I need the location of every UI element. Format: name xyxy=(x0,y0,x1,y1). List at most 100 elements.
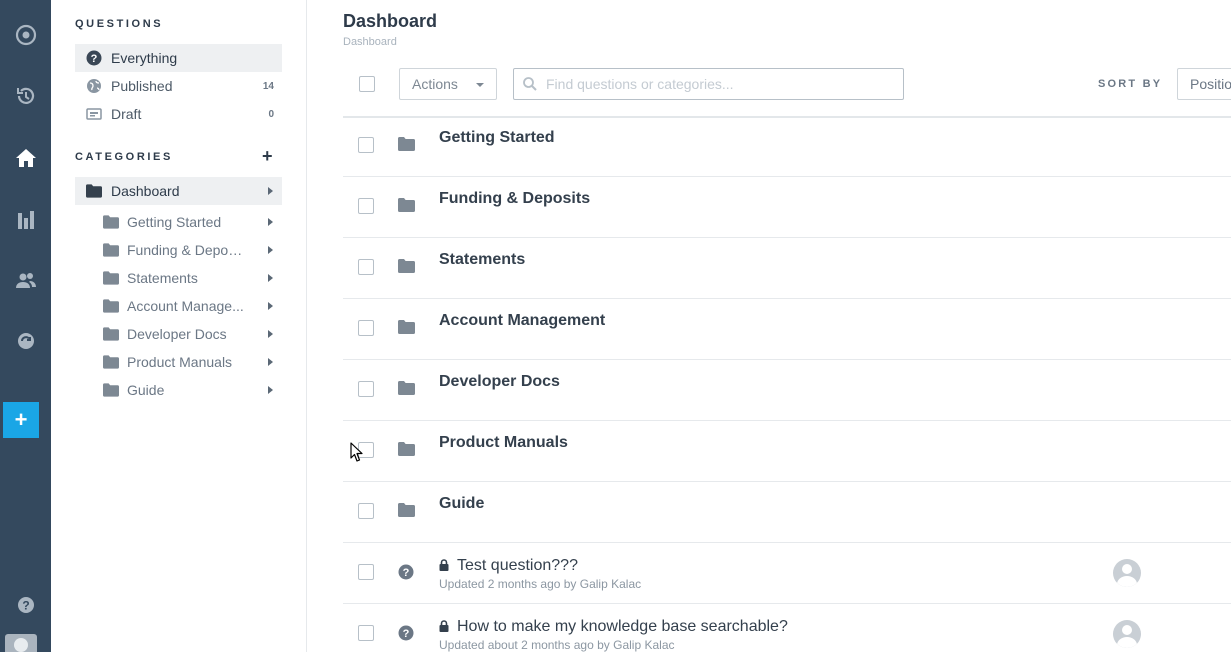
sidebar-category-account-management[interactable]: Account Manage... xyxy=(91,292,282,320)
home-icon[interactable] xyxy=(8,140,43,175)
sort-value: Position xyxy=(1190,76,1231,92)
folder-icon xyxy=(398,198,415,212)
folder-row[interactable]: Developer Docs xyxy=(343,360,1231,421)
folder-icon xyxy=(398,503,415,517)
expand-arrow-icon[interactable] xyxy=(268,386,273,394)
folder-row[interactable]: Product Manuals xyxy=(343,421,1231,482)
question-circle-icon: ? xyxy=(398,564,414,580)
svg-text:?: ? xyxy=(91,53,98,65)
folder-icon xyxy=(398,320,415,334)
lock-icon xyxy=(439,620,449,632)
search-input[interactable] xyxy=(546,76,886,92)
users-icon[interactable] xyxy=(8,263,43,298)
category-label: Getting Started xyxy=(127,214,222,230)
add-button-label: + xyxy=(14,407,28,432)
folder-row[interactable]: Guide xyxy=(343,482,1231,543)
filter-draft[interactable]: Draft 0 xyxy=(75,100,282,128)
category-label: Developer Docs xyxy=(127,326,227,342)
folder-title[interactable]: Guide xyxy=(439,495,484,513)
left-nav-rail: + ? xyxy=(0,0,51,652)
sidebar: QUESTIONS ? Everything Published 14 Draf… xyxy=(51,0,307,652)
folder-icon xyxy=(103,270,119,286)
row-checkbox[interactable] xyxy=(358,320,374,336)
history-icon[interactable] xyxy=(8,78,43,113)
sort-select[interactable]: Position xyxy=(1177,68,1231,100)
author-avatar[interactable] xyxy=(1113,559,1141,587)
expand-arrow-icon[interactable] xyxy=(268,358,273,366)
question-title-wrap[interactable]: How to make my knowledge base searchable… xyxy=(439,618,788,636)
page-title: Dashboard xyxy=(343,11,438,31)
row-checkbox[interactable] xyxy=(358,198,374,214)
expand-arrow-icon[interactable] xyxy=(268,274,273,282)
draft-count: 0 xyxy=(268,108,274,120)
category-dashboard[interactable]: Dashboard xyxy=(75,177,282,205)
folder-row[interactable]: Getting Started xyxy=(343,116,1231,177)
row-checkbox[interactable] xyxy=(358,503,374,519)
question-meta: Updated 2 months ago by Galip Kalac xyxy=(439,577,642,591)
bar-chart-icon[interactable] xyxy=(8,202,43,237)
sidebar-category-product-manuals[interactable]: Product Manuals xyxy=(91,348,282,376)
folder-row[interactable]: Statements xyxy=(343,238,1231,299)
row-checkbox[interactable] xyxy=(358,137,374,153)
add-category-button[interactable]: + xyxy=(262,146,273,167)
sidebar-category-developer-docs[interactable]: Developer Docs xyxy=(91,320,282,348)
folder-icon xyxy=(398,137,415,151)
folder-icon xyxy=(103,298,119,314)
question-title: Test question??? xyxy=(457,557,578,574)
folder-title[interactable]: Developer Docs xyxy=(439,373,560,391)
folder-title[interactable]: Getting Started xyxy=(439,129,555,147)
search-box[interactable] xyxy=(513,68,904,100)
actions-dropdown[interactable]: Actions xyxy=(399,68,497,100)
filter-label: Everything xyxy=(111,50,178,66)
breadcrumb[interactable]: Dashboard xyxy=(343,36,397,48)
folder-row[interactable]: Funding & Deposits xyxy=(343,177,1231,238)
folder-row[interactable]: Account Management xyxy=(343,299,1231,360)
row-checkbox[interactable] xyxy=(358,625,374,641)
folder-icon xyxy=(103,214,119,230)
folder-icon xyxy=(398,381,415,395)
folder-title[interactable]: Funding & Deposits xyxy=(439,190,590,208)
folder-title[interactable]: Statements xyxy=(439,251,525,269)
sidebar-category-statements[interactable]: Statements xyxy=(91,264,282,292)
category-label: Dashboard xyxy=(111,183,180,199)
question-row[interactable]: ? Test question??? Updated 2 months ago … xyxy=(343,543,1231,604)
help-icon[interactable]: ? xyxy=(8,587,43,622)
folder-title[interactable]: Product Manuals xyxy=(439,434,568,452)
expand-arrow-icon[interactable] xyxy=(268,218,273,226)
expand-arrow-icon[interactable] xyxy=(268,330,273,338)
draft-icon xyxy=(86,106,102,122)
question-meta: Updated about 2 months ago by Galip Kala… xyxy=(439,638,675,652)
folder-icon xyxy=(103,326,119,342)
filter-label: Draft xyxy=(111,106,142,122)
svg-text:?: ? xyxy=(22,598,29,612)
expand-arrow-icon[interactable] xyxy=(268,246,273,254)
filter-published[interactable]: Published 14 xyxy=(75,72,282,100)
row-checkbox[interactable] xyxy=(358,564,374,580)
folder-title[interactable]: Account Management xyxy=(439,312,605,330)
filter-label: Published xyxy=(111,78,173,94)
globe-refresh-icon[interactable] xyxy=(8,323,43,358)
compass-icon[interactable] xyxy=(8,17,43,52)
row-checkbox[interactable] xyxy=(358,381,374,397)
category-label: Guide xyxy=(127,382,165,398)
folder-icon xyxy=(398,259,415,273)
row-checkbox[interactable] xyxy=(358,259,374,275)
filter-everything[interactable]: ? Everything xyxy=(75,44,282,72)
question-row[interactable]: ? How to make my knowledge base searchab… xyxy=(343,604,1231,652)
sidebar-category-guide[interactable]: Guide xyxy=(91,376,282,404)
category-label: Product Manuals xyxy=(127,354,233,370)
add-button[interactable]: + xyxy=(3,402,39,438)
category-label: Account Manage... xyxy=(127,298,244,314)
question-circle-icon: ? xyxy=(86,50,102,66)
select-all-checkbox[interactable] xyxy=(359,76,375,92)
sidebar-category-funding-deposits[interactable]: Funding & Deposits xyxy=(91,236,282,264)
author-avatar[interactable] xyxy=(1113,620,1141,648)
expand-arrow-icon[interactable] xyxy=(268,302,273,310)
user-avatar[interactable] xyxy=(5,634,37,652)
question-circle-icon: ? xyxy=(398,625,414,641)
category-label: Funding & Deposits xyxy=(127,242,249,258)
expand-arrow-icon[interactable] xyxy=(268,187,273,195)
caret-down-icon xyxy=(476,83,484,87)
sidebar-category-getting-started[interactable]: Getting Started xyxy=(91,208,282,236)
question-title-wrap[interactable]: Test question??? xyxy=(439,557,578,575)
